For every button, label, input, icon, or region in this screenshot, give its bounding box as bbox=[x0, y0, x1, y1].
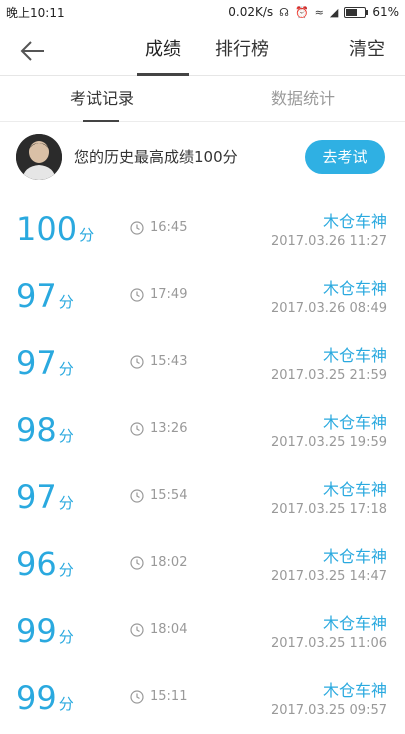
record-score-value: 100 bbox=[16, 210, 78, 248]
record-duration: 15:11 bbox=[130, 689, 187, 704]
record-score-unit: 分 bbox=[58, 695, 74, 713]
record-score-unit: 分 bbox=[58, 293, 74, 311]
alarm-icon: ⏰ bbox=[294, 5, 309, 19]
signal-icon: ◢ bbox=[329, 5, 339, 19]
subtab-statistics[interactable]: 数据统计 bbox=[269, 76, 337, 122]
record-date: 2017.03.26 11:27 bbox=[270, 234, 387, 249]
tab-leaderboard-label: 排行榜 bbox=[215, 39, 269, 60]
take-exam-button[interactable]: 去考试 bbox=[305, 140, 385, 174]
clock-icon bbox=[130, 622, 144, 637]
record-date: 2017.03.26 08:49 bbox=[270, 301, 387, 316]
record-score-value: 99 bbox=[16, 679, 57, 717]
tab-scores[interactable]: 成绩 bbox=[137, 24, 189, 76]
status-bar: 晚上10:11 0.02K/s ☊ ⏰ ≈ ◢ 61% bbox=[0, 0, 405, 24]
record-duration-text: 15:43 bbox=[150, 354, 188, 369]
record-score-value: 97 bbox=[16, 478, 57, 516]
avatar bbox=[16, 134, 62, 180]
network-speed: 0.02K/s bbox=[228, 5, 274, 19]
record-row[interactable]: 99 分 15:11 木仓车神 2017.03.25 09:57 bbox=[0, 667, 405, 734]
record-row[interactable]: 97 分 17:49 木仓车神 2017.03.26 08:49 bbox=[0, 265, 405, 332]
tab-scores-label: 成绩 bbox=[145, 39, 181, 60]
best-score-banner: 您的历史最高成绩100分 去考试 bbox=[0, 122, 405, 192]
clock-icon bbox=[130, 689, 144, 704]
record-row[interactable]: 99 分 18:04 木仓车神 2017.03.25 11:06 bbox=[0, 600, 405, 667]
clock-icon bbox=[130, 220, 144, 235]
record-score-value: 96 bbox=[16, 545, 57, 583]
status-time: 晚上10:11 bbox=[6, 5, 65, 20]
top-navbar: 成绩 排行榜 清空 bbox=[0, 24, 405, 76]
record-score: 100 分 bbox=[16, 210, 94, 248]
record-score-unit: 分 bbox=[58, 427, 74, 445]
record-date: 2017.03.25 14:47 bbox=[270, 569, 387, 584]
clock-icon bbox=[130, 555, 144, 570]
record-duration-text: 15:11 bbox=[150, 689, 188, 704]
record-duration-text: 18:04 bbox=[150, 622, 188, 637]
record-car-name[interactable]: 木仓车神 bbox=[323, 208, 387, 232]
record-date: 2017.03.25 19:59 bbox=[270, 435, 387, 450]
record-score: 99 分 bbox=[16, 612, 74, 650]
record-score-unit: 分 bbox=[79, 226, 95, 244]
record-duration: 17:49 bbox=[130, 287, 187, 302]
record-score: 97 分 bbox=[16, 478, 74, 516]
subtab-exam-records-label: 考试记录 bbox=[69, 89, 134, 108]
record-score: 97 分 bbox=[16, 344, 74, 382]
record-duration: 18:04 bbox=[130, 622, 187, 637]
record-score-value: 97 bbox=[16, 277, 57, 315]
record-score-value: 98 bbox=[16, 411, 57, 449]
record-car-name[interactable]: 木仓车神 bbox=[323, 476, 387, 500]
record-duration-text: 18:02 bbox=[150, 555, 188, 570]
record-score-unit: 分 bbox=[58, 628, 74, 646]
clock-icon bbox=[130, 354, 144, 369]
record-duration-text: 13:26 bbox=[150, 421, 188, 436]
record-duration: 15:43 bbox=[130, 354, 187, 369]
record-date: 2017.03.25 09:57 bbox=[270, 703, 387, 718]
clock-icon bbox=[130, 287, 144, 302]
record-car-name[interactable]: 木仓车神 bbox=[323, 409, 387, 433]
record-car-name[interactable]: 木仓车神 bbox=[323, 543, 387, 567]
record-duration-text: 15:54 bbox=[150, 488, 188, 503]
record-date: 2017.03.25 11:06 bbox=[270, 636, 387, 651]
record-car-name[interactable]: 木仓车神 bbox=[323, 275, 387, 299]
record-duration: 15:54 bbox=[130, 488, 187, 503]
wifi-icon: ≈ bbox=[314, 5, 324, 19]
record-score: 97 分 bbox=[16, 277, 74, 315]
record-score: 96 分 bbox=[16, 545, 74, 583]
record-date: 2017.03.25 21:59 bbox=[270, 368, 387, 383]
battery-percent: 61% bbox=[372, 5, 399, 19]
status-right: 0.02K/s ☊ ⏰ ≈ ◢ 61% bbox=[228, 5, 399, 19]
record-duration: 18:02 bbox=[130, 555, 187, 570]
record-row[interactable]: 97 分 15:54 木仓车神 2017.03.25 17:18 bbox=[0, 466, 405, 533]
subtab-exam-records[interactable]: 考试记录 bbox=[68, 76, 136, 122]
record-duration-text: 16:45 bbox=[150, 220, 188, 235]
record-car-name[interactable]: 木仓车神 bbox=[323, 342, 387, 366]
record-score-unit: 分 bbox=[58, 494, 74, 512]
battery-icon bbox=[344, 6, 369, 18]
record-row[interactable]: 100 分 16:45 木仓车神 2017.03.26 11:27 bbox=[0, 198, 405, 265]
record-car-name[interactable]: 木仓车神 bbox=[323, 677, 387, 701]
record-score: 99 分 bbox=[16, 679, 74, 717]
record-row[interactable]: 96 分 18:02 木仓车神 2017.03.25 14:47 bbox=[0, 533, 405, 600]
record-row[interactable]: 98 分 13:26 木仓车神 2017.03.25 19:59 bbox=[0, 399, 405, 466]
best-score-text: 您的历史最高成绩100分 bbox=[74, 148, 238, 166]
clock-icon bbox=[130, 488, 144, 503]
record-duration: 13:26 bbox=[130, 421, 187, 436]
record-score-unit: 分 bbox=[58, 561, 74, 579]
record-score-value: 97 bbox=[16, 344, 57, 382]
exam-records-list: 100 分 16:45 木仓车神 2017.03.26 11:27 97 分 17:49 木仓车… bbox=[0, 198, 405, 734]
headphones-icon: ☊ bbox=[279, 5, 289, 19]
record-duration: 16:45 bbox=[130, 220, 187, 235]
subtab-statistics-label: 数据统计 bbox=[270, 89, 335, 108]
clear-button[interactable]: 清空 bbox=[349, 24, 385, 76]
record-date: 2017.03.25 17:18 bbox=[270, 502, 387, 517]
back-arrow-icon[interactable] bbox=[18, 36, 48, 66]
record-score-value: 99 bbox=[16, 612, 57, 650]
record-score-unit: 分 bbox=[58, 360, 74, 378]
record-row[interactable]: 97 分 15:43 木仓车神 2017.03.25 21:59 bbox=[0, 332, 405, 399]
clock-icon bbox=[130, 421, 144, 436]
record-score: 98 分 bbox=[16, 411, 74, 449]
sub-tabs: 考试记录 数据统计 bbox=[0, 76, 405, 122]
record-car-name[interactable]: 木仓车神 bbox=[323, 610, 387, 634]
record-duration-text: 17:49 bbox=[150, 287, 188, 302]
tab-leaderboard[interactable]: 排行榜 bbox=[214, 24, 270, 76]
